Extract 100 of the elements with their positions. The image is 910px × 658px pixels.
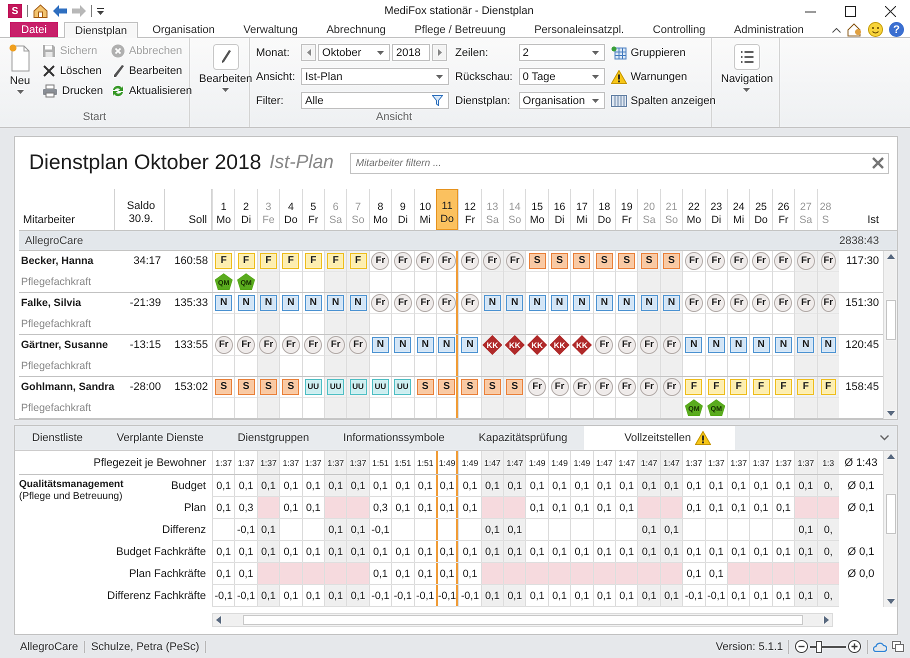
shift-badge[interactable]: Fr [618,336,636,354]
shift-badge[interactable]: Fr [662,336,680,354]
employee-filter-field[interactable]: Mitarbeiter filtern ... [350,152,889,174]
day-header[interactable]: 9 Di [391,189,414,230]
panel-tab[interactable]: Verplante Dienste [100,426,221,450]
shift-badge[interactable]: Fr [618,378,636,396]
shift-badge[interactable]: F [708,378,725,395]
vertical-scrollbar[interactable] [883,451,897,607]
shift-badge[interactable]: Fr [349,336,368,354]
shift-badge[interactable]: S [260,378,277,395]
shift-badge[interactable]: UU [394,378,412,395]
panel-tab[interactable]: Informationssymbole [326,426,462,450]
shift-badge[interactable]: KK [572,335,592,355]
ribbon-tab[interactable]: Personaleinsatzpl. [520,22,638,37]
shift-badge[interactable]: KK [504,335,525,355]
shift-badge[interactable]: F [260,252,277,269]
ribbon-tab[interactable]: Administration [720,22,818,37]
shift-badge[interactable]: N [372,336,389,353]
navigation-button[interactable]: Navigation [718,42,776,127]
shift-badge[interactable]: N [215,294,232,311]
day-header[interactable]: 5 Fr [302,189,324,230]
panel-tab[interactable]: Dienstliste [15,426,100,450]
shift-badge[interactable]: N [797,336,814,353]
shift-badge[interactable]: N [820,336,836,353]
shift-badge[interactable]: KK [550,335,570,355]
day-header[interactable]: 2 Di [234,189,257,230]
shift-badge[interactable]: S [528,252,546,269]
shift-badge[interactable]: S [640,252,658,269]
shift-badge[interactable]: N [461,336,478,353]
ribbon-button[interactable]: Aktualisieren [110,82,192,99]
day-header[interactable]: 12 Fr [458,189,481,230]
vertical-scrollbar[interactable] [883,251,897,419]
ribbon-tab[interactable]: Organisation [138,22,230,37]
shift-badge[interactable]: Fr [438,294,456,312]
shift-badge[interactable]: Fr [774,252,792,270]
shift-badge[interactable]: Fr [662,378,680,396]
ribbon-button[interactable]: Spalten anzeigen [610,92,716,109]
day-header[interactable]: 17 Mi [570,189,593,230]
shift-badge[interactable]: Fr [707,294,726,312]
shift-badge[interactable]: N [663,294,680,311]
day-header[interactable]: 11 Do [436,189,458,230]
panel-tab[interactable]: Kapazitätsprüfung [462,426,584,450]
shift-badge[interactable]: N [640,294,658,311]
shift-badge[interactable]: Fr [282,336,300,354]
shift-badge[interactable]: F [820,378,836,395]
scrollbar-thumb[interactable] [886,494,896,534]
shift-badge[interactable]: F [752,378,770,395]
shift-badge[interactable]: N [506,294,524,311]
filter-field[interactable]: Alle [301,92,450,109]
shift-badge[interactable]: Fr [304,336,322,354]
shift-badge[interactable]: Fr [394,294,412,312]
day-header[interactable]: 15 Mo [525,189,548,230]
shift-badge[interactable]: N [596,294,613,311]
shift-badge[interactable]: N [304,294,322,311]
rows-dropdown[interactable]: 2 [518,44,605,61]
day-header[interactable]: 18 Do [592,189,616,230]
next-month-button[interactable] [432,44,448,61]
shift-badge[interactable]: Fr [550,378,569,396]
shift-badge[interactable]: N [484,294,501,311]
shift-badge[interactable]: N [752,336,770,353]
shift-badge[interactable]: S [438,378,456,395]
shift-badge[interactable]: UU [372,378,389,395]
day-header[interactable]: 8 Mo [368,189,392,230]
shift-badge[interactable]: N [685,336,702,353]
horizontal-scrollbar[interactable] [212,613,833,627]
shift-badge[interactable]: F [304,252,322,269]
ribbon-button[interactable]: Warnungen [610,68,716,85]
shift-badge[interactable]: S [551,252,568,269]
shift-badge[interactable]: Fr [237,336,256,354]
shift-badge[interactable]: N [551,294,568,311]
shift-badge[interactable]: N [774,336,792,353]
shift-badge[interactable]: N [708,336,725,353]
ribbon-button[interactable]: Drucken [42,82,103,99]
file-tab[interactable]: Datei [10,22,58,37]
ribbon-button[interactable]: Bearbeiten [110,62,192,79]
shift-badge[interactable]: S [618,252,636,269]
ribbon-tab[interactable]: Controlling [638,22,720,37]
ribbon-button[interactable]: Löschen [42,62,103,79]
ribbon-tab[interactable]: Dienstplan [64,22,138,38]
shift-badge[interactable]: F [350,252,367,269]
ribbon-tab[interactable]: Abrechnung [312,22,400,37]
shift-badge[interactable]: N [282,294,300,311]
shift-badge[interactable]: N [327,294,344,311]
edit-button[interactable]: Bearbeiten [196,42,256,127]
day-header[interactable]: 25 Do [749,189,772,230]
day-header[interactable]: 4 Do [279,189,302,230]
shift-badge[interactable]: F [238,252,255,269]
shift-badge[interactable]: N [438,336,456,353]
shift-badge[interactable]: S [461,378,478,395]
day-header[interactable]: 26 Fr [772,189,794,230]
shift-badge[interactable]: Fr [796,294,815,312]
ribbon-button[interactable]: Gruppieren [610,44,716,61]
shift-badge[interactable]: Fr [796,252,815,270]
shift-badge[interactable]: Fr [259,336,278,354]
shift-badge[interactable]: F [685,378,702,395]
shift-badge[interactable]: UU [350,378,367,395]
shift-badge[interactable]: N [416,336,434,353]
shift-badge[interactable]: N [238,294,255,311]
day-header[interactable]: 24 Mi [726,189,750,230]
shift-badge[interactable]: S [573,252,590,269]
